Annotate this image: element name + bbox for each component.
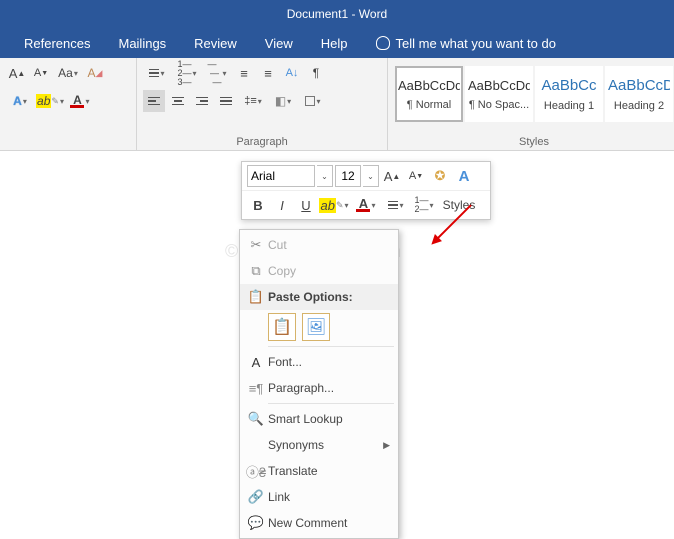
align-left-button[interactable] [143,90,165,112]
paste-picture[interactable]: 🖼 [302,313,330,341]
menu-view[interactable]: View [251,28,307,58]
context-translate[interactable]: ⓐ₴ Translate [240,458,398,484]
mini-size-dropdown[interactable]: ⌄ [363,165,379,187]
mini-styles-button[interactable]: A [453,165,475,187]
mini-toolbar: Arial ⌄ 12 ⌄ A▲ A▼ ✪ A B I U ab✎▾ A▾ ▾ 1… [241,161,491,220]
text-effects-button[interactable]: A▾ [6,90,34,112]
clear-formatting-button[interactable]: A◢ [84,62,106,84]
menu-review[interactable]: Review [180,28,251,58]
highlight-button[interactable]: ab✎▾ [36,90,64,112]
styles-group: AaBbCcDd¶ Normal AaBbCcDd¶ No Spac... Aa… [388,58,674,150]
context-paragraph[interactable]: ≡¶ Paragraph... [240,375,398,401]
clipboard-picture-icon: 🖼 [306,317,326,337]
lightbulb-icon [376,36,390,50]
shrink-font-button[interactable]: A▼ [30,62,52,84]
shading-button[interactable]: ◧▾ [269,90,297,112]
paragraph-group-label: Paragraph [143,134,381,150]
paragraph-group: ▾ 1—2—3—▾ — — —▾ ≡ ≡ A↓ ¶ ‡≡▾ ◧▾ ▾ Parag… [137,58,388,150]
mini-size-select[interactable]: 12 [335,165,361,187]
mini-bullets-button[interactable]: ▾ [383,194,409,216]
mini-styles-label[interactable]: Styles [439,194,479,216]
context-smart-lookup[interactable]: 🔍 Smart Lookup [240,406,398,432]
ribbon: A▲ A▼ Aa▾ A◢ A▾ ab✎▾ A▾ ▾ 1—2—3—▾ — — —▾… [0,58,674,151]
grow-font-button[interactable]: A▲ [6,62,28,84]
mini-font-color-button[interactable]: A▾ [351,194,381,216]
cut-icon: ✂ [244,237,268,253]
mini-font-dropdown[interactable]: ⌄ [317,165,333,187]
align-right-button[interactable] [191,90,213,112]
show-marks-button[interactable]: ¶ [305,62,327,84]
search-icon: 🔍 [244,411,268,427]
mini-italic-button[interactable]: I [271,194,293,216]
font-group: A▲ A▼ Aa▾ A◢ A▾ ab✎▾ A▾ [0,58,137,150]
submenu-arrow-icon: ▶ [383,440,390,451]
align-center-button[interactable] [167,90,189,112]
change-case-button[interactable]: Aa▾ [54,62,82,84]
mini-highlight-button[interactable]: ab✎▾ [319,194,349,216]
mini-grow-font-button[interactable]: A▲ [381,165,403,187]
increase-indent-button[interactable]: ≡ [257,62,279,84]
mini-numbering-button[interactable]: 1—2—▾ [411,194,437,216]
font-group-label [6,134,130,150]
paste-icon: 📋 [244,289,268,305]
font-color-button[interactable]: A▾ [66,90,94,112]
context-menu: ✂ Cut ⧉ Copy 📋 Paste Options: 📋 🖼 A Font… [239,229,399,539]
style-heading-2[interactable]: AaBbCcDHeading 2 [605,66,673,122]
context-synonyms[interactable]: Synonyms ▶ [240,432,398,458]
font-icon: A [244,355,268,370]
mini-font-select[interactable]: Arial [247,165,315,187]
mini-bold-button[interactable]: B [247,194,269,216]
borders-button[interactable]: ▾ [299,90,327,112]
context-cut: ✂ Cut [240,232,398,258]
line-spacing-button[interactable]: ‡≡▾ [239,90,267,112]
styles-group-label: Styles [394,134,674,150]
clipboard-brush-icon: 📋 [272,317,292,337]
copy-icon: ⧉ [244,263,268,279]
comment-icon: 💬 [244,515,268,531]
sort-button[interactable]: A↓ [281,62,303,84]
paste-keep-formatting[interactable]: 📋 [268,313,296,341]
style-heading-1[interactable]: AaBbCcHeading 1 [535,66,603,122]
separator [268,346,394,347]
context-font[interactable]: A Font... [240,349,398,375]
multilevel-list-button[interactable]: — — —▾ [203,62,231,84]
menu-help[interactable]: Help [307,28,362,58]
separator [268,403,394,404]
bullets-button[interactable]: ▾ [143,62,171,84]
context-paste-header: 📋 Paste Options: [240,284,398,310]
context-copy: ⧉ Copy [240,258,398,284]
style-normal[interactable]: AaBbCcDd¶ Normal [395,66,463,122]
context-link[interactable]: 🔗 Link [240,484,398,510]
menu-bar: References Mailings Review View Help Tel… [0,28,674,58]
mini-shrink-font-button[interactable]: A▼ [405,165,427,187]
numbering-button[interactable]: 1—2—3—▾ [173,62,201,84]
menu-mailings[interactable]: Mailings [104,28,180,58]
decrease-indent-button[interactable]: ≡ [233,62,255,84]
mini-format-painter-button[interactable]: ✪ [429,165,451,187]
mini-underline-button[interactable]: U [295,194,317,216]
style-no-spacing[interactable]: AaBbCcDd¶ No Spac... [465,66,533,122]
menu-references[interactable]: References [10,28,104,58]
styles-gallery[interactable]: AaBbCcDd¶ Normal AaBbCcDd¶ No Spac... Aa… [394,62,674,122]
tell-me-label: Tell me what you want to do [396,36,556,51]
title-bar: Document1 - Word [0,0,674,28]
link-icon: 🔗 [244,489,268,505]
window-title: Document1 - Word [287,7,387,21]
translate-icon: ⓐ₴ [244,462,268,481]
justify-button[interactable] [215,90,237,112]
context-new-comment[interactable]: 💬 New Comment [240,510,398,536]
document-canvas[interactable]: ©TheGeekPage.com Arial ⌄ 12 ⌄ A▲ A▼ ✪ A … [0,151,674,519]
paragraph-icon: ≡¶ [244,381,268,396]
tell-me-search[interactable]: Tell me what you want to do [362,28,570,58]
